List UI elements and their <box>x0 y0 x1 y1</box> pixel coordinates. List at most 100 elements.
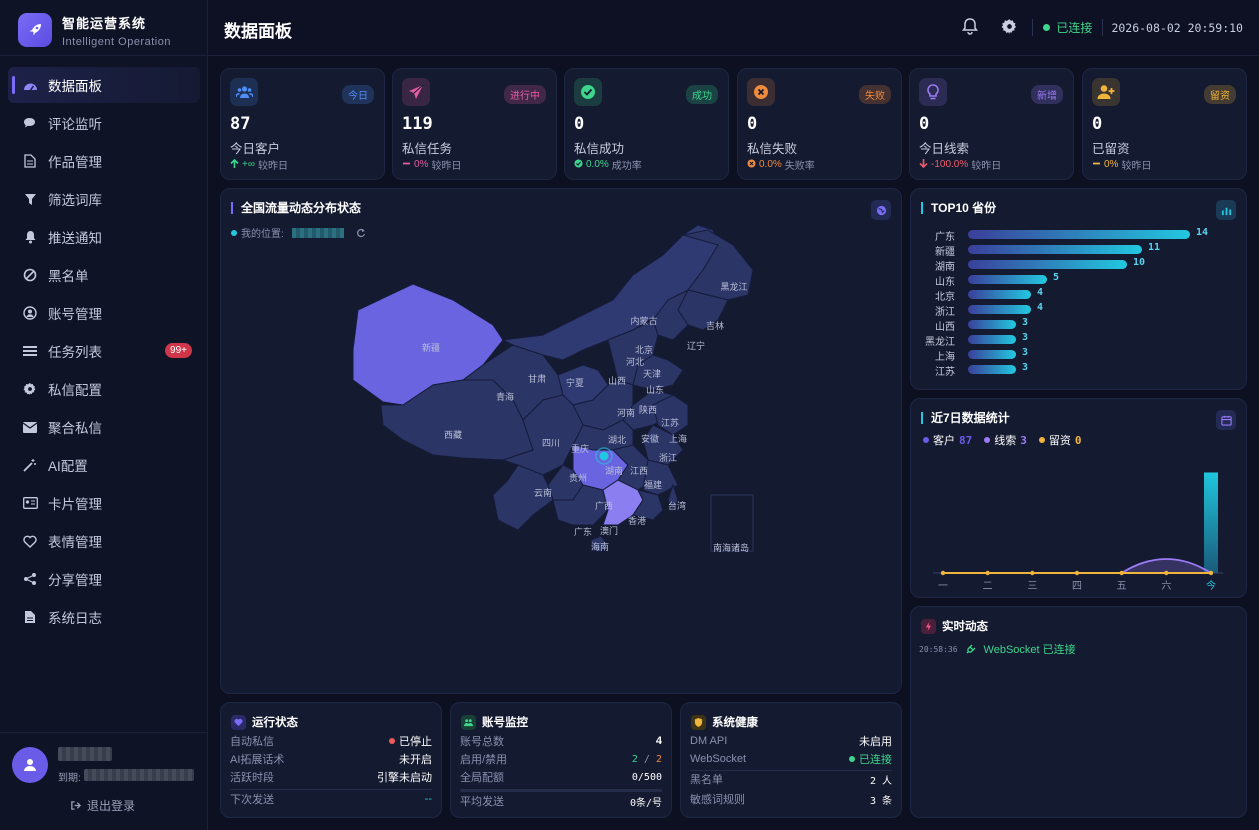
stat-value: 0 <box>919 114 930 134</box>
sidebar-item-label: 卡片管理 <box>48 497 102 512</box>
province-label: 重庆 <box>571 443 589 454</box>
stat-compare: 0.0% 成功率 <box>574 157 642 172</box>
sidebar-item-4[interactable]: 推送通知 <box>8 219 200 255</box>
stat-tag: 今日 <box>342 85 374 104</box>
stat-compare: +∞ 较昨日 <box>230 157 288 172</box>
sidebar-item-0[interactable]: 数据面板 <box>8 67 200 103</box>
data-point <box>985 570 990 576</box>
stat-value: 0 <box>574 114 585 134</box>
user-box: 到期: 退出登录 <box>0 732 208 830</box>
bar-chart-icon[interactable] <box>1216 200 1236 220</box>
check-circle-icon <box>574 78 602 106</box>
bell-icon[interactable] <box>961 17 979 38</box>
province-label: 澳门 <box>600 525 618 536</box>
sidebar-item-11[interactable]: 卡片管理 <box>8 485 200 521</box>
sidebar-item-12[interactable]: 表情管理 <box>8 523 200 559</box>
realtime-event: 20:58:36 WebSocket 已连接 <box>919 641 1076 657</box>
x-tick-label: 六 <box>1161 580 1171 592</box>
connection-label: 已连接 <box>1056 21 1093 35</box>
province-label: 内蒙古 <box>630 315 657 326</box>
top10-row: 江苏 3 <box>911 362 1231 378</box>
list-icon <box>22 343 38 359</box>
logout-button[interactable]: 退出登录 <box>70 797 135 814</box>
sidebar-item-9[interactable]: 聚合私信 <box>8 409 200 445</box>
sidebar-item-3[interactable]: 筛选词库 <box>8 181 200 217</box>
sidebar-item-label: 任务列表 <box>48 345 102 360</box>
sidebar-item-13[interactable]: 分享管理 <box>8 561 200 597</box>
rocket-icon <box>18 13 52 47</box>
province-label: 云南 <box>534 487 552 498</box>
data-point <box>1119 570 1124 576</box>
province-value: 3 <box>1022 332 1029 343</box>
avatar[interactable] <box>12 747 48 783</box>
logout-label: 退出登录 <box>87 799 136 813</box>
province-label: 四川 <box>542 438 560 448</box>
stat-card: 新增 0 今日线索 -100.0% 较昨日 <box>909 68 1074 180</box>
stat-label: 私信任务 <box>402 142 453 156</box>
province-value: 11 <box>1148 242 1161 253</box>
sidebar-item-7[interactable]: 任务列表 99+ <box>8 333 200 369</box>
province-label: 湖北 <box>608 435 626 445</box>
disabled-count: 2 <box>655 753 662 765</box>
province-label: 上海 <box>669 433 687 444</box>
province-label: 西藏 <box>444 429 462 440</box>
stat-compare: -100.0% 较昨日 <box>919 157 1001 172</box>
brand: 智能运营系统 Intelligent Operation <box>18 10 171 50</box>
x-tick-label: 一 <box>938 581 948 592</box>
province-bar <box>968 245 1142 254</box>
sidebar-item-label: 私信配置 <box>48 383 102 398</box>
x-tick-label: 四 <box>1072 581 1082 592</box>
quota: 0/500 <box>631 771 662 783</box>
sidebar-item-2[interactable]: 作品管理 <box>8 143 200 179</box>
envelope-icon <box>22 419 38 435</box>
province-name: 广东 <box>935 232 955 243</box>
realtime-panel: 实时动态 20:58:36 WebSocket 已连接 <box>910 606 1247 818</box>
heart-icon <box>22 533 38 549</box>
stat-tag: 新增 <box>1031 85 1063 104</box>
province-value: 10 <box>1133 257 1146 268</box>
province-name: 上海 <box>935 352 955 363</box>
stat-tag: 留资 <box>1204 85 1236 104</box>
sidebar-item-8[interactable]: 私信配置 <box>8 371 200 407</box>
top10-row: 山东 5 <box>911 272 1231 288</box>
arrow-up-icon <box>230 158 239 171</box>
province-value: 3 <box>1022 317 1029 328</box>
province-bar <box>968 305 1031 314</box>
sidebar-item-6[interactable]: 账号管理 <box>8 295 200 331</box>
province-bar <box>968 320 1016 329</box>
stat-label: 今日线索 <box>919 142 970 156</box>
username-redacted <box>58 747 112 761</box>
account-monitor-title: 账号监控 <box>482 717 528 729</box>
account-total: 4 <box>655 735 662 747</box>
province-bar <box>968 260 1127 269</box>
dash-icon <box>402 159 411 171</box>
data-point <box>1164 570 1169 576</box>
sidebar: 智能运营系统 Intelligent Operation 数据面板 评论监听作品管… <box>0 0 208 830</box>
province-bar <box>968 290 1031 299</box>
expire-label: 到期: <box>58 773 81 784</box>
sidebar-item-10[interactable]: AI配置 <box>8 447 200 483</box>
sidebar-item-1[interactable]: 评论监听 <box>8 105 200 141</box>
stat-label: 私信成功 <box>574 142 625 156</box>
id-card-icon <box>22 495 38 511</box>
province-bar <box>968 230 1190 239</box>
sidebar-item-5[interactable]: 黑名单 <box>8 257 200 293</box>
top10-row: 山西 3 <box>911 317 1231 333</box>
sidebar-item-label: 聚合私信 <box>48 421 102 436</box>
ai-status: 未开启 <box>399 754 432 766</box>
magic-wand-icon <box>22 457 38 473</box>
sidebar-item-label: 作品管理 <box>48 155 102 170</box>
gear-icon[interactable] <box>1001 18 1018 38</box>
stat-card: 进行中 119 私信任务 0% 较昨日 <box>392 68 557 180</box>
province-label: 北京 <box>635 344 653 355</box>
province-label: 海南 <box>591 541 609 552</box>
province-label: 湖南 <box>605 465 623 476</box>
log-file-icon <box>22 609 38 625</box>
province-name: 浙江 <box>935 307 955 318</box>
datetime: 2026-08-02 20:59:10 <box>1111 20 1243 35</box>
stat-compare: 0% 较昨日 <box>1092 157 1151 172</box>
stat-value: 0 <box>747 114 758 134</box>
top10-row: 新疆 11 <box>911 242 1231 258</box>
province-label: 陕西 <box>639 404 657 415</box>
sidebar-item-14[interactable]: 系统日志 <box>8 599 200 635</box>
